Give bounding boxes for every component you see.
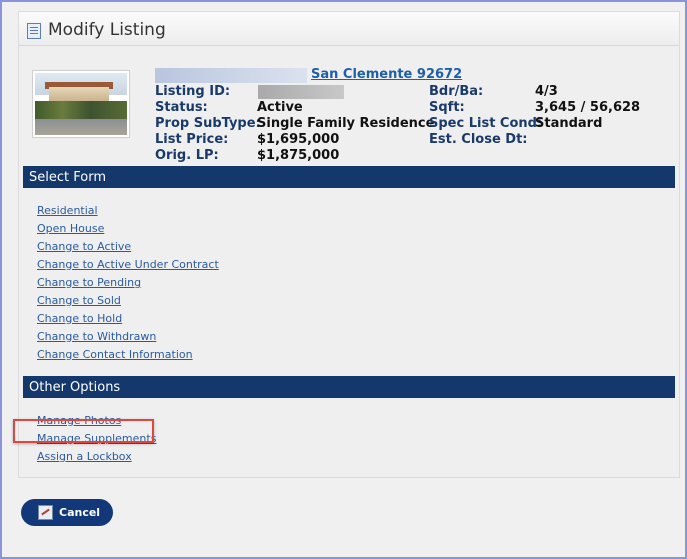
orig-lp-label: Orig. LP: (155, 148, 219, 163)
form-link-residential[interactable]: Residential (37, 204, 98, 217)
cancel-button[interactable]: Cancel (21, 499, 113, 526)
status-value: Active (257, 100, 303, 115)
prop-subtype-value: Single Family Residence (257, 116, 435, 131)
bdr-ba-label: Bdr/Ba: (429, 84, 484, 99)
listing-photo (32, 70, 130, 138)
redacted-listing-id (258, 85, 344, 99)
form-link-change-to-withdrawn[interactable]: Change to Withdrawn (37, 330, 156, 343)
form-link-open-house[interactable]: Open House (37, 222, 104, 235)
form-link-change-to-pending[interactable]: Change to Pending (37, 276, 141, 289)
document-icon (27, 23, 41, 39)
bdr-ba-value: 4/3 (535, 84, 558, 99)
modify-listing-panel: Modify Listing San Clemente 92672 Listin… (18, 11, 680, 478)
option-link-assign-lockbox[interactable]: Assign a Lockbox (37, 450, 132, 463)
app-frame: Modify Listing San Clemente 92672 Listin… (0, 0, 687, 559)
other-options-heading: Other Options (29, 380, 121, 395)
form-link-change-to-active-under-contract[interactable]: Change to Active Under Contract (37, 258, 219, 271)
listing-id-label: Listing ID: (155, 84, 231, 99)
other-options-header: Other Options (23, 376, 675, 398)
cancel-button-label: Cancel (59, 506, 101, 519)
form-link-change-contact-information[interactable]: Change Contact Information (37, 348, 193, 361)
sqft-label: Sqft: (429, 100, 465, 115)
form-link-change-to-active[interactable]: Change to Active (37, 240, 131, 253)
list-price-label: List Price: (155, 132, 229, 147)
select-form-heading: Select Form (29, 170, 106, 185)
form-link-change-to-sold[interactable]: Change to Sold (37, 294, 121, 307)
list-price-value: $1,695,000 (257, 132, 340, 147)
select-form-header: Select Form (23, 166, 675, 188)
listing-address-link[interactable]: San Clemente 92672 (311, 67, 462, 82)
page-title: Modify Listing (48, 20, 166, 40)
cancel-icon (38, 505, 53, 520)
status-label: Status: (155, 100, 208, 115)
est-close-dt-label: Est. Close Dt: (429, 132, 528, 147)
sqft-value: 3,645 / 56,628 (535, 100, 641, 115)
form-link-change-to-hold[interactable]: Change to Hold (37, 312, 122, 325)
spec-list-cond-label: Spec List Cond: (429, 116, 543, 131)
redacted-street-address (155, 68, 307, 83)
prop-subtype-label: Prop SubType: (155, 116, 261, 131)
spec-list-cond-value: Standard (535, 116, 603, 131)
manage-supplements-highlight-box (13, 419, 154, 443)
panel-header: Modify Listing (19, 12, 679, 46)
orig-lp-value: $1,875,000 (257, 148, 340, 163)
